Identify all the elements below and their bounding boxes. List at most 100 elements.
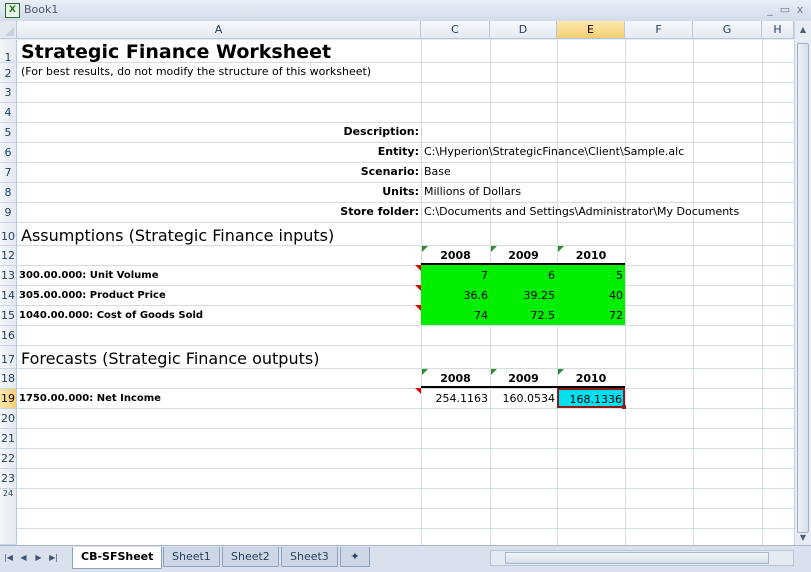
gridline	[17, 528, 794, 529]
error-indicator-icon[interactable]	[422, 369, 428, 375]
worksheet-grid[interactable]: Strategic Finance Worksheet (For best re…	[17, 39, 794, 545]
gridline	[17, 428, 794, 429]
row-header[interactable]: 16	[0, 326, 17, 346]
column-header-c[interactable]: C	[421, 21, 490, 39]
assumptions-year-2010[interactable]: 2010	[557, 245, 625, 265]
row-header[interactable]: 20	[0, 409, 17, 429]
column-header-h[interactable]: H	[762, 21, 794, 39]
comment-marker-icon[interactable]	[415, 388, 421, 394]
tab-cb-sfsheet[interactable]: CB-SFSheet	[72, 547, 163, 569]
column-header-g[interactable]: G	[693, 21, 762, 39]
column-header-e[interactable]: E	[557, 21, 625, 39]
forecasts-year-2008[interactable]: 2008	[421, 368, 490, 388]
row-header[interactable]: 1	[0, 40, 17, 64]
maximize-button[interactable]: ▭	[779, 3, 791, 17]
assumptions-year-2009[interactable]: 2009	[490, 245, 557, 265]
comment-marker-icon[interactable]	[415, 285, 421, 291]
net-income-2008[interactable]: 254.1163	[421, 388, 489, 408]
minimize-button[interactable]: _	[764, 3, 776, 17]
tab-sheet3[interactable]: Sheet3	[281, 547, 338, 567]
error-indicator-icon[interactable]	[491, 369, 497, 375]
row-header[interactable]: 21	[0, 429, 17, 449]
product-price-2009[interactable]: 39.25	[490, 285, 556, 305]
row-header[interactable]: 14	[0, 286, 17, 306]
description-label[interactable]: Description:	[17, 122, 419, 142]
gridline	[625, 39, 626, 545]
scenario-value[interactable]: Base	[424, 162, 451, 182]
column-header-a[interactable]: A	[17, 21, 421, 39]
product-price-label[interactable]: 305.00.000: Product Price	[19, 285, 166, 305]
unit-volume-2008[interactable]: 7	[421, 265, 488, 285]
previous-sheet-icon[interactable]: ◀	[18, 551, 29, 565]
horizontal-scroll-thumb[interactable]	[505, 552, 769, 564]
worksheet-note[interactable]: (For best results, do not modify the str…	[21, 62, 371, 82]
row-header[interactable]: 18	[0, 369, 17, 389]
assumptions-heading[interactable]: Assumptions (Strategic Finance inputs)	[21, 222, 334, 245]
vertical-scroll-thumb[interactable]	[797, 43, 809, 533]
product-price-2010[interactable]: 40	[557, 285, 623, 305]
tab-sheet2[interactable]: Sheet2	[222, 547, 279, 567]
units-label[interactable]: Units:	[17, 182, 419, 202]
error-indicator-icon[interactable]	[558, 246, 564, 252]
store-folder-value[interactable]: C:\Documents and Settings\Administrator\…	[424, 202, 739, 222]
entity-value[interactable]: C:\Hyperion\StrategicFinance\Client\Samp…	[424, 142, 684, 162]
forecasts-year-2010[interactable]: 2010	[557, 368, 625, 388]
row-header[interactable]: 8	[0, 183, 17, 203]
row-header[interactable]: 6	[0, 143, 17, 163]
row-header[interactable]: 3	[0, 83, 17, 103]
row-header[interactable]: 9	[0, 203, 17, 223]
net-income-label[interactable]: 1750.00.000: Net Income	[19, 388, 161, 408]
last-sheet-icon[interactable]: ▶|	[48, 551, 59, 565]
product-price-2008[interactable]: 36.6	[421, 285, 489, 305]
scenario-label[interactable]: Scenario:	[17, 162, 419, 182]
comment-marker-icon[interactable]	[415, 305, 421, 311]
worksheet-title[interactable]: Strategic Finance Worksheet	[21, 39, 331, 63]
fill-handle[interactable]	[622, 405, 626, 409]
error-indicator-icon[interactable]	[422, 246, 428, 252]
error-indicator-icon[interactable]	[558, 369, 564, 375]
vertical-scrollbar[interactable]: ▲ ▼	[794, 21, 811, 545]
unit-volume-2010[interactable]: 5	[557, 265, 623, 285]
tab-sheet1[interactable]: Sheet1	[163, 547, 220, 567]
row-header-selected[interactable]: 19	[0, 389, 17, 409]
first-sheet-icon[interactable]: |◀	[3, 551, 14, 565]
row-header[interactable]: 15	[0, 306, 17, 326]
row-header[interactable]: 17	[0, 346, 17, 369]
close-button[interactable]: x	[794, 3, 806, 17]
row-header[interactable]: 13	[0, 266, 17, 286]
units-value[interactable]: Millions of Dollars	[424, 182, 521, 202]
column-header-d[interactable]: D	[490, 21, 557, 39]
insert-sheet-icon[interactable]: ✦	[340, 547, 370, 567]
cogs-2009[interactable]: 72.5	[490, 305, 556, 325]
comment-marker-icon[interactable]	[415, 265, 421, 271]
unit-volume-2009[interactable]: 6	[490, 265, 555, 285]
row-header[interactable]: 7	[0, 163, 17, 183]
net-income-2009[interactable]: 160.0534	[490, 388, 556, 408]
next-sheet-icon[interactable]: ▶	[33, 551, 44, 565]
unit-volume-label[interactable]: 300.00.000: Unit Volume	[19, 265, 158, 285]
forecasts-year-2009[interactable]: 2009	[490, 368, 557, 388]
row-header[interactable]: 24	[0, 489, 17, 545]
row-header[interactable]: 2	[0, 63, 17, 83]
entity-label[interactable]: Entity:	[17, 142, 419, 162]
row-header[interactable]: 10	[0, 223, 17, 246]
column-header-f[interactable]: F	[625, 21, 693, 39]
net-income-2010-selected-cell[interactable]: 168.1336	[557, 388, 625, 408]
cogs-2008[interactable]: 74	[421, 305, 488, 325]
cogs-2010[interactable]: 72	[557, 305, 623, 325]
row-header[interactable]: 22	[0, 449, 17, 469]
row-header[interactable]: 5	[0, 123, 17, 143]
scroll-up-arrow-icon[interactable]: ▲	[798, 25, 808, 37]
store-folder-label[interactable]: Store folder:	[17, 202, 419, 222]
scroll-down-arrow-icon[interactable]: ▼	[798, 533, 808, 545]
excel-app-icon[interactable]: X	[5, 3, 20, 18]
cogs-label[interactable]: 1040.00.000: Cost of Goods Sold	[19, 305, 203, 325]
error-indicator-icon[interactable]	[491, 246, 497, 252]
row-header[interactable]: 23	[0, 469, 17, 489]
row-header[interactable]: 12	[0, 246, 17, 266]
horizontal-scrollbar[interactable]	[490, 550, 794, 566]
forecasts-heading[interactable]: Forecasts (Strategic Finance outputs)	[21, 345, 319, 368]
gridline	[17, 325, 794, 326]
row-header[interactable]: 4	[0, 103, 17, 123]
assumptions-year-2008[interactable]: 2008	[421, 245, 490, 265]
